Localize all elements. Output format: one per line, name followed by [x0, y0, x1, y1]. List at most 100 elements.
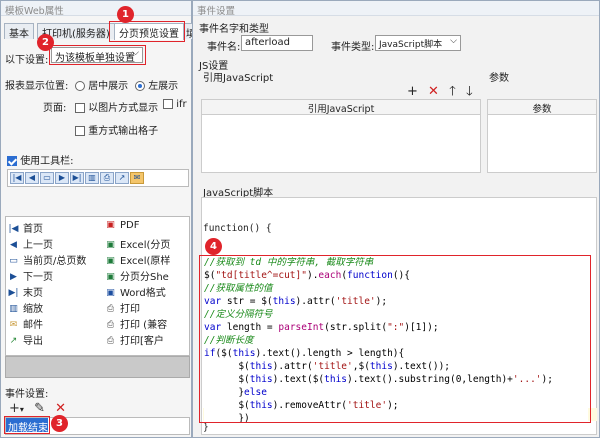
- list-item-label: 缩放: [23, 304, 43, 315]
- radio-left[interactable]: 左展示: [135, 77, 178, 92]
- setting-label: 以下设置:: [5, 55, 49, 66]
- badge-2: 2: [37, 34, 54, 51]
- web-properties-window: 模板Web属性 基本 打印机(服务器) 分页预览设置 填 1 以下设置: 为该模…: [0, 0, 193, 438]
- toolbar-label: 使用工具栏:: [20, 156, 74, 167]
- print-icon[interactable]: ⎙: [100, 172, 114, 184]
- list-item-label: 下一页: [23, 272, 53, 283]
- list-item[interactable]: |◀ 首页: [8, 220, 43, 235]
- list-item-label: 导出: [23, 336, 43, 347]
- radio-left-label: 左展示: [148, 81, 179, 92]
- badge-1: 1: [117, 6, 134, 23]
- display-pos-label: 报表显示位置:: [5, 81, 69, 92]
- list-item-label: 末页: [23, 288, 43, 299]
- badge-4: 4: [205, 238, 222, 255]
- event-type-label: 事件类型:: [331, 42, 375, 53]
- list-item-label: 邮件: [23, 320, 43, 331]
- list-item[interactable]: ▣ Excel(原样: [105, 252, 171, 267]
- repeat-grid-checkbox[interactable]: 重方式输出格子: [75, 122, 158, 137]
- list-item[interactable]: ▭ 当前页/总页数: [8, 252, 87, 267]
- print-icon: ⎙: [106, 320, 115, 330]
- excel-icon: ▣: [106, 256, 115, 266]
- page-label: 页面:: [43, 103, 67, 114]
- list-item[interactable]: ▣ PDF: [105, 220, 139, 233]
- list-item-label: 打印[客户: [120, 336, 164, 347]
- zoom-icon: ▥: [9, 304, 18, 314]
- list-item[interactable]: ▣ 分页分She: [105, 268, 169, 283]
- chevron-down-icon[interactable]: ▾: [20, 405, 24, 414]
- params-col-header: 参数: [488, 100, 596, 115]
- mail-icon[interactable]: ✉: [130, 172, 144, 184]
- list-item[interactable]: ⎙ 打印: [105, 300, 140, 315]
- next-page-icon[interactable]: ▶: [55, 172, 69, 184]
- last-page-icon[interactable]: ▶|: [70, 172, 84, 184]
- list-item[interactable]: ▥ 缩放: [8, 300, 43, 315]
- add-icon[interactable]: +: [9, 401, 20, 416]
- next-page-icon: ▶: [10, 272, 17, 282]
- params-title: 参数: [489, 73, 509, 84]
- first-page-icon[interactable]: |◀: [10, 172, 24, 184]
- iframe-checkbox[interactable]: ifr: [163, 99, 187, 110]
- zoom-icon[interactable]: ▥: [85, 172, 99, 184]
- radio-center[interactable]: 居中展示: [75, 77, 128, 92]
- list-item[interactable]: ▶ 下一页: [8, 268, 53, 283]
- highlight-select: [49, 45, 146, 65]
- list-item[interactable]: ▶| 末页: [8, 284, 43, 299]
- list-item-label: PDF: [120, 220, 140, 231]
- add-icon[interactable]: +: [407, 84, 418, 99]
- highlight-code: [199, 255, 591, 423]
- toolbar-scroll-area: [5, 356, 190, 378]
- ref-js-title: 引用JavaScript: [203, 73, 274, 84]
- list-item[interactable]: ⎙ 打印 (兼容: [105, 316, 168, 331]
- checkbox-icon: [75, 126, 85, 136]
- highlight-event: [4, 416, 50, 434]
- list-item[interactable]: ◀ 上一页: [8, 236, 53, 251]
- event-type-select[interactable]: JavaScript脚本 ⌵: [375, 35, 461, 51]
- event-label: 事件设置:: [5, 389, 49, 400]
- list-item[interactable]: ⎙ 打印[客户: [105, 332, 164, 347]
- event-toolbar: +▾ ✎ ✕: [9, 401, 66, 416]
- ref-js-col-header: 引用JavaScript: [202, 100, 480, 115]
- radio-left-icon: [135, 81, 145, 91]
- delete-icon[interactable]: ✕: [55, 401, 66, 416]
- list-item-label: 首页: [23, 224, 43, 235]
- list-item-label: Excel(分页: [120, 240, 171, 251]
- page-num-icon[interactable]: ▭: [40, 172, 54, 184]
- edit-icon[interactable]: ✎: [34, 401, 45, 416]
- tab-basic[interactable]: 基本: [4, 23, 34, 40]
- arrow-down-icon[interactable]: 🡓: [466, 84, 473, 99]
- image-mode-label: 以图片方式显示: [88, 103, 159, 114]
- radio-center-icon: [75, 81, 85, 91]
- list-item-label: Excel(原样: [120, 256, 171, 267]
- prev-page-icon: ◀: [10, 240, 17, 250]
- image-mode-checkbox[interactable]: 以图片方式显示: [75, 99, 158, 114]
- list-item[interactable]: ▣ Excel(分页: [105, 236, 171, 251]
- toolbar-checkbox[interactable]: 使用工具栏:: [7, 152, 74, 167]
- list-item[interactable]: ▣ Word格式: [105, 284, 166, 299]
- iframe-label: ifr: [176, 99, 187, 110]
- list-item[interactable]: ✉ 邮件: [8, 316, 43, 331]
- repeat-grid-label: 重方式输出格子: [88, 126, 159, 137]
- list-item[interactable]: ↗ 导出: [8, 332, 43, 347]
- first-page-icon: |◀: [8, 224, 19, 234]
- excel-icon: ▣: [106, 240, 115, 250]
- list-item-label: 打印 (兼容: [120, 320, 168, 331]
- prev-page-icon[interactable]: ◀: [25, 172, 39, 184]
- right-window-title: 事件设置: [193, 1, 599, 17]
- arrow-up-icon[interactable]: 🡑: [449, 84, 456, 99]
- export-icon[interactable]: ↗: [115, 172, 129, 184]
- event-name-field[interactable]: afterload: [241, 35, 313, 51]
- list-item-label: 当前页/总页数: [23, 256, 87, 267]
- print-icon: ⎙: [106, 304, 115, 314]
- checkbox-icon: [163, 99, 173, 109]
- list-item-label: 分页分She: [120, 272, 169, 283]
- list-item-label: Word格式: [120, 288, 166, 299]
- delete-icon[interactable]: ✕: [428, 84, 439, 99]
- radio-center-label: 居中展示: [88, 81, 129, 92]
- excel-icon: ▣: [106, 272, 115, 282]
- ref-js-table: 引用JavaScript: [201, 99, 481, 173]
- event-type-value: JavaScript脚本: [379, 40, 443, 50]
- print-icon: ⎙: [106, 336, 115, 346]
- page-num-icon: ▭: [9, 256, 18, 266]
- left-window-title: 模板Web属性: [1, 1, 191, 17]
- checkbox-checked-icon: [7, 156, 17, 166]
